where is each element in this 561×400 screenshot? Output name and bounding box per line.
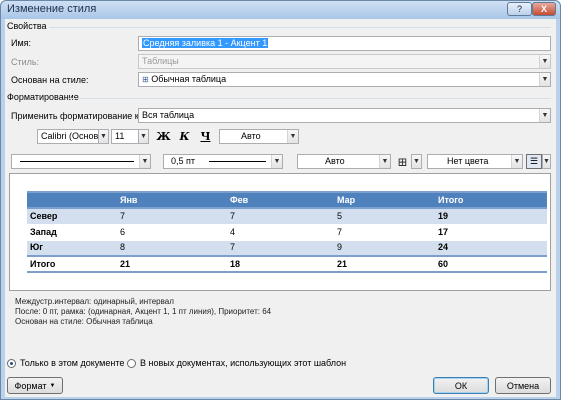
shading-select[interactable]: Нет цвета ▼ (427, 154, 523, 169)
name-input[interactable]: Средняя заливка 1 - Акцент 1 (138, 36, 551, 51)
bold-button[interactable]: Ж (156, 129, 171, 144)
based-on-label: Основан на стиле: (11, 75, 89, 85)
description-line: Междустр.интервал: одинарный, интервал (15, 297, 174, 306)
chevron-down-icon: ▼ (539, 55, 550, 68)
borders-grid-icon[interactable]: ⊞ (395, 154, 410, 169)
row-header-cell: Итого (27, 255, 117, 273)
chevron-down-icon: ▼ (539, 73, 550, 86)
style-type-select[interactable]: Таблицы ▼ (138, 54, 551, 69)
table-cell: 21 (117, 255, 227, 273)
title-bar[interactable]: Изменение стиля ? X (1, 1, 560, 19)
chevron-down-icon: ▼ (287, 130, 298, 143)
header-cell (27, 191, 117, 209)
table-cell: 7 (334, 223, 435, 240)
format-button[interactable]: Формат ▼ (7, 377, 63, 394)
chevron-down-icon: ▼ (271, 155, 282, 168)
row-header-cell: Запад (27, 223, 117, 240)
table-cell: 24 (435, 239, 547, 256)
dialog-window: Изменение стиля ? X Свойства Имя: Средня… (0, 0, 561, 400)
style-type-value: Таблицы (142, 56, 179, 66)
apply-to-label: Применить форматирование к: (11, 111, 142, 121)
cancel-button[interactable]: Отмена (495, 377, 551, 394)
table-cell: 19 (435, 207, 547, 224)
border-color-value: Авто (325, 156, 345, 166)
new-documents-radio[interactable] (127, 359, 136, 368)
border-color-select[interactable]: Авто ▼ (297, 154, 391, 169)
dialog-body: Свойства Имя: Средняя заливка 1 - Акцент… (5, 19, 556, 397)
font-color-select[interactable]: Авто ▼ (219, 129, 299, 144)
alignment-dropdown-icon[interactable]: ▼ (542, 154, 551, 169)
properties-divider (49, 27, 551, 28)
formatting-divider (69, 98, 551, 99)
based-on-select[interactable]: ⊞ Обычная таблица ▼ (138, 72, 551, 87)
header-cell: Фев (227, 191, 334, 209)
shading-value: Нет цвета (447, 156, 489, 166)
table-row: Север 7 7 5 19 (27, 207, 547, 224)
table-row: Юг 8 7 9 24 (27, 239, 547, 256)
table-cell: 21 (334, 255, 435, 273)
header-cell: Мар (334, 191, 435, 209)
chevron-down-icon: ▼ (139, 155, 150, 168)
table-cell: 9 (334, 239, 435, 256)
cell-alignment-icon[interactable]: ☰ (526, 154, 542, 169)
table-cell: 17 (435, 223, 547, 240)
properties-heading: Свойства (7, 21, 47, 31)
description-line: Основан на стиле: Обычная таблица (15, 317, 153, 326)
table-cell: 6 (117, 223, 227, 240)
chevron-down-icon: ▼ (49, 382, 56, 389)
based-on-value: Обычная таблица (151, 74, 227, 84)
font-size-dropdown-icon[interactable]: ▼ (138, 129, 149, 144)
font-size-select[interactable]: 11 (111, 129, 139, 144)
preview-table: Янв Фев Мар Итого Север 7 7 5 19 Запад 6… (27, 191, 547, 273)
name-input-text: Средняя заливка 1 - Акцент 1 (142, 38, 269, 48)
description-line: После: 0 пт, рамка: (одинарная, Акцент 1… (15, 307, 272, 316)
borders-dropdown-icon[interactable]: ▼ (411, 154, 422, 169)
font-color-value: Авто (241, 131, 261, 141)
help-button[interactable]: ? (507, 2, 532, 16)
style-type-label: Стиль: (11, 57, 40, 67)
table-cell: 18 (227, 255, 334, 273)
underline-button[interactable]: Ч (198, 129, 213, 144)
style-preview: Янв Фев Мар Итого Север 7 7 5 19 Запад 6… (9, 173, 551, 291)
italic-button[interactable]: К (177, 129, 192, 144)
table-grid-icon: ⊞ (142, 75, 149, 84)
new-documents-label[interactable]: В новых документах, использующих этот ша… (140, 358, 346, 369)
window-title: Изменение стиля (7, 3, 97, 15)
border-width-sample (209, 161, 266, 162)
table-cell: 5 (334, 207, 435, 224)
table-cell: 4 (227, 223, 334, 240)
this-document-radio[interactable] (7, 359, 16, 368)
chevron-down-icon: ▼ (379, 155, 390, 168)
table-cell: 8 (117, 239, 227, 256)
chevron-down-icon: ▼ (539, 109, 550, 122)
header-cell: Итого (435, 191, 547, 209)
format-button-label: Формат (14, 380, 47, 391)
preview-header-row: Янв Фев Мар Итого (27, 191, 547, 209)
font-size-value: 11 (115, 131, 125, 141)
style-description: Междустр.интервал: одинарный, интервал П… (9, 293, 551, 337)
name-label: Имя: (11, 38, 32, 48)
table-cell: 7 (117, 207, 227, 224)
row-header-cell: Север (27, 207, 117, 224)
ok-button[interactable]: ОК (433, 377, 489, 394)
formatting-heading: Форматирование (7, 92, 79, 102)
table-total-row: Итого 21 18 21 60 (27, 255, 547, 273)
apply-to-select[interactable]: Вся таблица ▼ (138, 108, 551, 123)
border-line-sample (20, 161, 134, 162)
border-width-select[interactable]: 0,5 пт ▼ (163, 154, 283, 169)
apply-to-value: Вся таблица (142, 110, 195, 120)
border-width-value: 0,5 пт (171, 156, 196, 166)
font-name-dropdown-icon[interactable]: ▼ (98, 129, 109, 144)
chevron-down-icon: ▼ (511, 155, 522, 168)
this-document-label[interactable]: Только в этом документе (20, 358, 124, 369)
row-header-cell: Юг (27, 239, 117, 256)
table-cell: 7 (227, 239, 334, 256)
table-cell: 7 (227, 207, 334, 224)
table-row: Запад 6 4 7 17 (27, 223, 547, 240)
close-button[interactable]: X (532, 2, 556, 16)
header-cell: Янв (117, 191, 227, 209)
table-cell: 60 (435, 255, 547, 273)
border-style-select[interactable]: ▼ (11, 154, 151, 169)
